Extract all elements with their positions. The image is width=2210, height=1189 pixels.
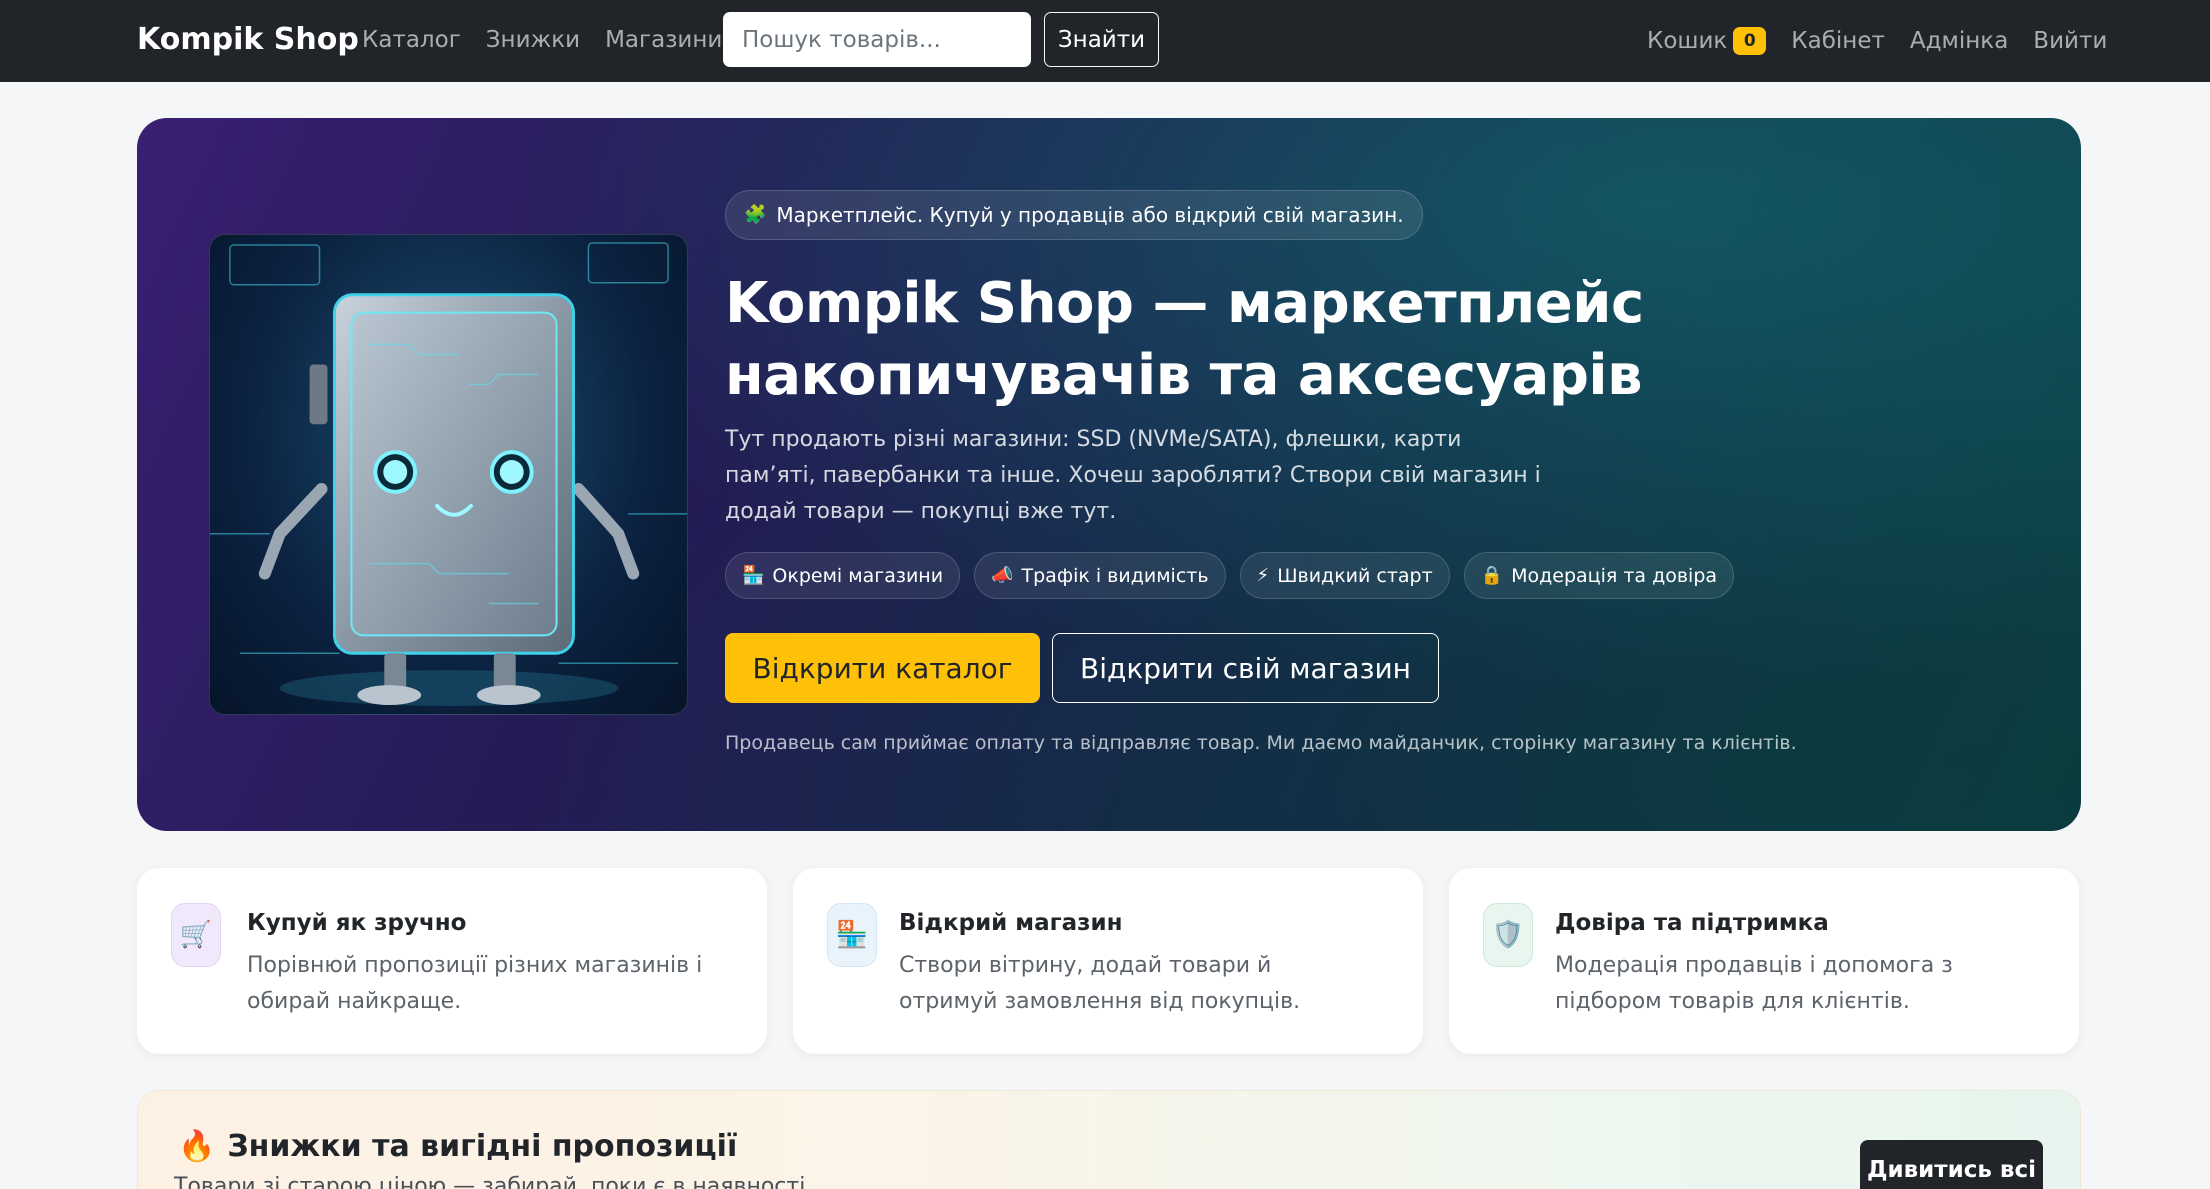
card-title: Довіра та підтримка: [1555, 910, 1829, 936]
card-title: Купуй як зручно: [247, 910, 467, 936]
nav-link-cabinet[interactable]: Кабінет: [1791, 28, 1885, 54]
nav-link-discounts[interactable]: Знижки: [486, 27, 580, 53]
top-navbar: Kompik Shop Каталог Знижки Магазини Знай…: [0, 0, 2210, 82]
view-all-discounts-button[interactable]: Дивитись всі: [1860, 1140, 2043, 1189]
feature-chip-label: Швидкий старт: [1277, 564, 1433, 587]
shield-icon: 🛡️: [1483, 903, 1533, 967]
fire-icon: 🔥: [178, 1129, 216, 1164]
discounts-section: 🔥 Знижки та вигідні пропозиції Товари зі…: [137, 1090, 2081, 1189]
card-title: Відкрий магазин: [899, 910, 1123, 936]
search-input[interactable]: [723, 12, 1031, 67]
nav-link-admin[interactable]: Адмінка: [1910, 28, 2008, 54]
store-icon: 🏪: [742, 564, 765, 586]
megaphone-icon: 📣: [991, 564, 1014, 586]
cart-icon: 🛒: [171, 903, 221, 967]
feature-chip-stores: 🏪 Окремі магазини: [725, 552, 961, 599]
cart-icon-glyph: 🛒: [179, 920, 213, 950]
card-text: Модерація продавців і допомога з підборо…: [1555, 953, 1953, 1014]
open-store-button[interactable]: Відкрити свій магазин: [1052, 633, 1439, 703]
puzzle-icon: 🧩: [744, 204, 767, 225]
hero-features: 🏪 Окремі магазини 📣 Трафік і видимість ⚡…: [725, 552, 1735, 599]
hero-title: Kompik Shop — маркетплейс накопичувачів …: [725, 271, 1644, 408]
hero-note: Продавець сам приймає оплату та відправл…: [725, 732, 1797, 754]
feature-chip-label: Трафік і видимість: [1021, 564, 1209, 587]
lightning-icon: ⚡: [1256, 564, 1270, 586]
feature-chip-label: Модерація та довіра: [1511, 564, 1718, 587]
shield-icon-glyph: 🛡️: [1491, 920, 1525, 950]
nav-link-catalog[interactable]: Каталог: [362, 27, 461, 53]
store-icon-glyph: 🏪: [835, 920, 869, 950]
lock-icon: 🔒: [1480, 564, 1504, 586]
hero-robot-image: [209, 234, 688, 715]
open-catalog-button[interactable]: Відкрити каталог: [725, 633, 1040, 703]
cart-link[interactable]: Кошик 0: [1647, 27, 1767, 55]
feature-chip-quick-start: ⚡ Швидкий старт: [1239, 552, 1450, 599]
info-card-open-store: 🏪 Відкрий магазин Створи вітрину, додай …: [793, 868, 1423, 1054]
robot-illustration: [210, 242, 687, 707]
cart-label: Кошик: [1647, 28, 1728, 54]
hero-subtitle: Тут продають різні магазини: SSD (NVMe/S…: [725, 427, 1541, 524]
discounts-title: Знижки та вигідні пропозиції: [227, 1129, 738, 1164]
search-button[interactable]: Знайти: [1044, 12, 1159, 67]
brand-logo[interactable]: Kompik Shop: [137, 22, 359, 57]
feature-chip-moderation: 🔒 Модерація та довіра: [1463, 552, 1735, 599]
card-text: Порівнюй пропозиції різних магазинів і о…: [247, 953, 703, 1014]
cart-count-badge: 0: [1733, 27, 1767, 55]
card-text: Створи вітрину, додай товари й отримуй з…: [899, 953, 1301, 1014]
info-card-trust: 🛡️ Довіра та підтримка Модерація продавц…: [1449, 868, 2079, 1054]
hero-section: 🧩 Маркетплейс. Купуй у продавців або від…: [137, 118, 2081, 831]
feature-chip-traffic: 📣 Трафік і видимість: [974, 552, 1226, 599]
nav-link-stores[interactable]: Магазини: [605, 27, 722, 53]
store-icon: 🏪: [827, 903, 877, 967]
nav-links: Каталог Знижки Магазини: [362, 27, 722, 53]
info-card-buy: 🛒 Купуй як зручно Порівнюй пропозиції рі…: [137, 868, 767, 1054]
nav-right: Кошик 0 Кабінет Адмінка Вийти: [1647, 27, 2107, 55]
hero-pill-text: Маркетплейс. Купуй у продавців або відкр…: [776, 203, 1404, 227]
hero-marketplace-pill: 🧩 Маркетплейс. Купуй у продавців або від…: [725, 190, 1423, 240]
discounts-heading: 🔥 Знижки та вигідні пропозиції: [178, 1129, 737, 1164]
discounts-subtitle: Товари зі старою ціною — забирай, поки є…: [174, 1174, 813, 1189]
nav-link-logout[interactable]: Вийти: [2033, 28, 2107, 54]
feature-chip-label: Окремі магазини: [772, 564, 944, 587]
